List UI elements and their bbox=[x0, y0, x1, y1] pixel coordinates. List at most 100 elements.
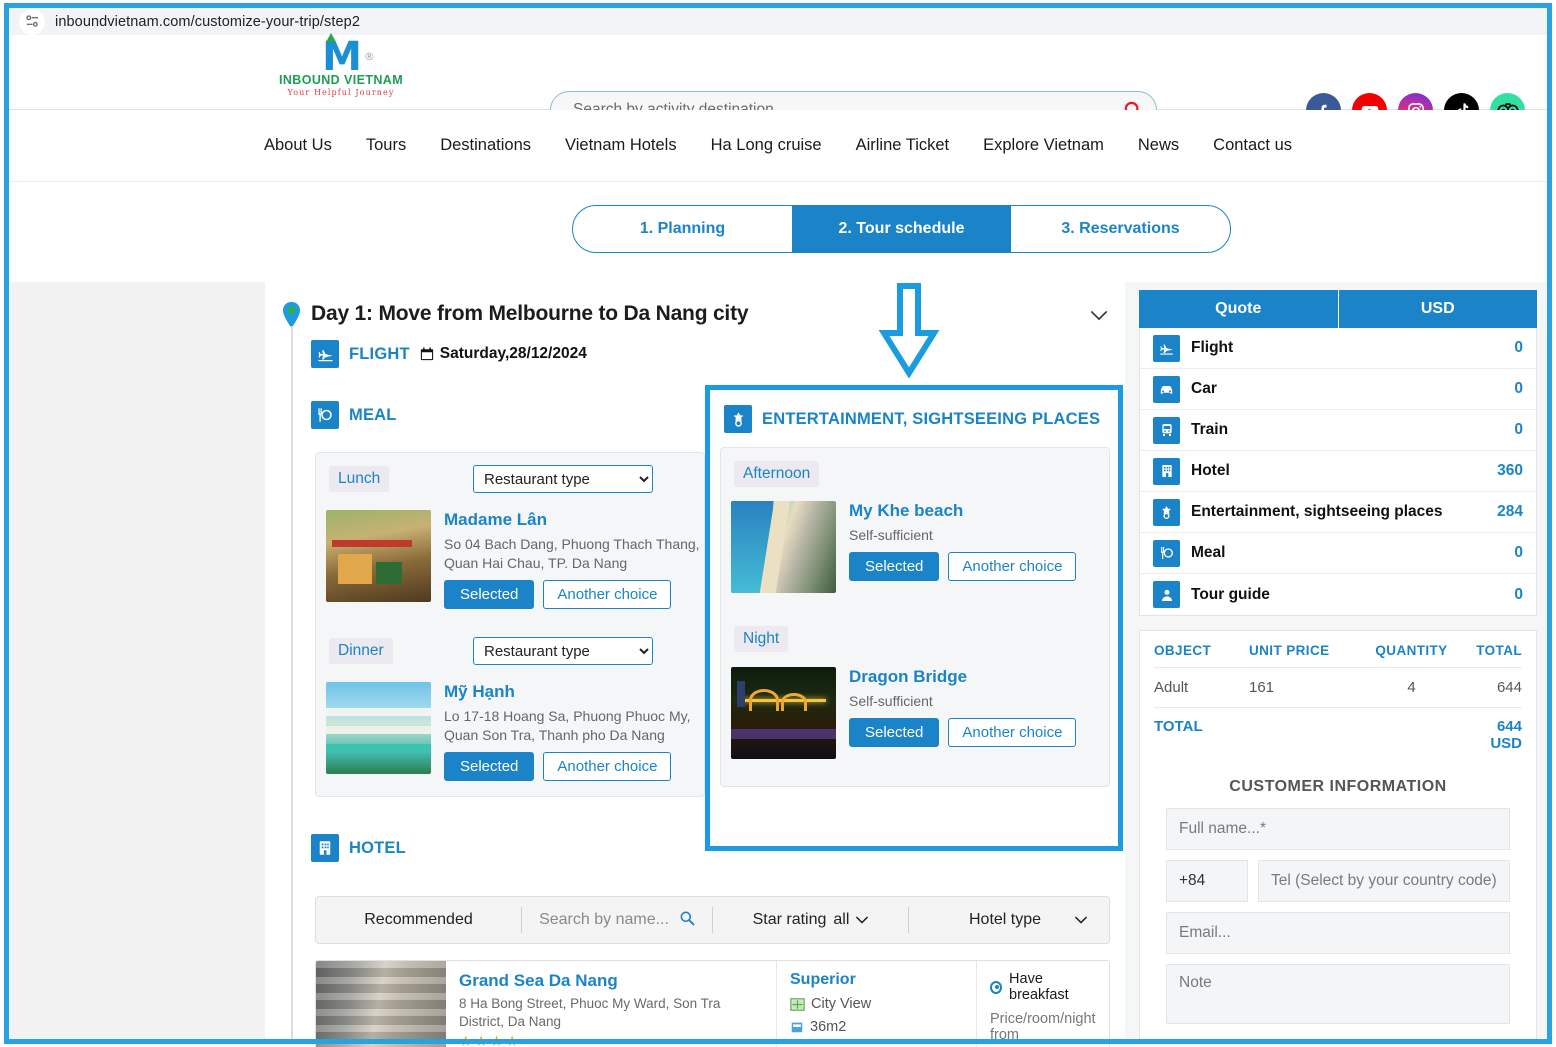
meal-icon bbox=[1153, 539, 1180, 567]
nav-item-explore-vietnam[interactable]: Explore Vietnam bbox=[966, 136, 1121, 155]
afternoon-selected-button[interactable]: Selected bbox=[849, 552, 940, 581]
hotel-address: 8 Ha Bong Street, Phuoc My Ward, Son Tra… bbox=[459, 996, 721, 1029]
chevron-down-icon bbox=[856, 916, 869, 924]
quote-row-hotel: Hotel 360 bbox=[1140, 451, 1536, 492]
url-text: inboundvietnam.com/customize-your-trip/s… bbox=[55, 13, 361, 30]
quote-sidebar: Quote USD Flight 0 Car 0 Train 0 Hotel 3… bbox=[1125, 282, 1547, 1044]
quote-row-car: Car 0 bbox=[1140, 369, 1536, 410]
tab-tour-schedule[interactable]: 2. Tour schedule bbox=[792, 206, 1011, 252]
lunch-another-choice-button[interactable]: Another choice bbox=[543, 580, 672, 609]
afternoon-activity-name[interactable]: My Khe beach bbox=[849, 501, 1076, 521]
quote-breakdown-list: Flight 0 Car 0 Train 0 Hotel 360 Enterta… bbox=[1139, 328, 1537, 616]
nav-item-about-us[interactable]: About Us bbox=[247, 136, 349, 155]
tab-planning[interactable]: 1. Planning bbox=[573, 206, 792, 252]
dinner-restaurant-type-select[interactable]: Restaurant type bbox=[473, 637, 653, 665]
night-activity-item: Dragon Bridge Self-sufficient Selected A… bbox=[731, 667, 1077, 759]
entertainment-icon bbox=[1153, 498, 1180, 526]
tab-reservations[interactable]: 3. Reservations bbox=[1011, 206, 1230, 252]
nav-item-airline-ticket[interactable]: Airline Ticket bbox=[839, 136, 967, 155]
lunch-restaurant-type-select[interactable]: Restaurant type bbox=[473, 465, 653, 493]
hotel-name-search[interactable]: Search by name... bbox=[522, 897, 712, 943]
dinner-restaurant-address: Lo 17-18 Hoang Sa, Phuong Phuoc My, Quan… bbox=[444, 708, 691, 743]
customer-form bbox=[1154, 808, 1522, 1039]
dinner-selected-button[interactable]: Selected bbox=[444, 752, 535, 781]
flight-date: Saturday,28/12/2024 bbox=[420, 345, 587, 363]
entertainment-slot-night: Night bbox=[734, 626, 789, 652]
browser-url-bar[interactable]: inboundvietnam.com/customize-your-trip/s… bbox=[9, 8, 1547, 35]
nav-item-tours[interactable]: Tours bbox=[349, 136, 423, 155]
down-arrow-annotation bbox=[874, 283, 944, 379]
map-pin-icon bbox=[282, 302, 301, 328]
hotel-type-filter[interactable]: Hotel type bbox=[909, 897, 1109, 943]
logo-leaf-icon bbox=[326, 33, 337, 42]
entertainment-slot-afternoon: Afternoon bbox=[734, 461, 820, 487]
quote-tab[interactable]: Quote bbox=[1139, 290, 1339, 328]
star-rating-value: all bbox=[833, 911, 850, 928]
hotel-label: HOTEL bbox=[349, 838, 406, 857]
night-selected-button[interactable]: Selected bbox=[849, 718, 940, 747]
afternoon-activity-item: My Khe beach Self-sufficient Selected An… bbox=[731, 501, 1077, 593]
currency-tab[interactable]: USD bbox=[1338, 290, 1537, 328]
madame-lan-thumbnail bbox=[326, 510, 431, 602]
room-size-icon bbox=[791, 1022, 803, 1033]
nav-item-ha-long-cruise[interactable]: Ha Long cruise bbox=[694, 136, 839, 155]
timeline-line bbox=[291, 326, 293, 1044]
meal-slot-dinner: Dinner bbox=[329, 638, 393, 664]
left-sidebar bbox=[9, 282, 265, 1044]
meal-label: MEAL bbox=[349, 405, 397, 424]
tour-guide-icon bbox=[1153, 581, 1180, 608]
night-activity-name[interactable]: Dragon Bridge bbox=[849, 667, 1076, 687]
hotel-type-label: Hotel type bbox=[969, 911, 1042, 928]
meal-slot-lunch: Lunch bbox=[329, 466, 390, 492]
hotel-result-card[interactable]: Grand Sea Da Nang 8 Ha Bong Street, Phuo… bbox=[315, 960, 1110, 1047]
breakfast-option[interactable]: Have breakfast bbox=[990, 971, 1096, 1003]
lunch-restaurant-address: So 04 Bach Dang, Phuong Thach Thang, Qua… bbox=[444, 536, 700, 571]
site-logo[interactable]: M ® INBOUND VIETNAM Your Helpful Journey bbox=[271, 33, 411, 97]
quote-row-flight: Flight 0 bbox=[1140, 328, 1536, 369]
quote-row-meal: Meal 0 bbox=[1140, 533, 1536, 574]
afternoon-activity-note: Self-sufficient bbox=[849, 527, 933, 543]
search-icon[interactable] bbox=[679, 910, 695, 931]
hotel-name[interactable]: Grand Sea Da Nang bbox=[459, 971, 763, 991]
meal-panel: Lunch Restaurant type Madame Lân So 04 B… bbox=[315, 452, 705, 797]
flight-icon bbox=[311, 340, 339, 368]
flight-icon bbox=[1153, 334, 1180, 362]
country-code-field[interactable] bbox=[1166, 860, 1248, 902]
night-another-choice-button[interactable]: Another choice bbox=[948, 718, 1077, 747]
afternoon-another-choice-button[interactable]: Another choice bbox=[948, 552, 1077, 581]
hotel-star-rating-filter[interactable]: Star rating all bbox=[713, 897, 908, 943]
telephone-field[interactable] bbox=[1258, 860, 1510, 902]
nav-item-news[interactable]: News bbox=[1121, 136, 1196, 155]
chevron-down-icon[interactable] bbox=[1090, 306, 1108, 326]
dinner-another-choice-button[interactable]: Another choice bbox=[543, 752, 672, 781]
entertainment-label: ENTERTAINMENT, SIGHTSEEING PLACES bbox=[762, 409, 1101, 428]
logo-tagline: Your Helpful Journey bbox=[287, 88, 395, 97]
star-rating-label: Star rating bbox=[752, 911, 827, 928]
dinner-restaurant-name[interactable]: Mỹ Hạnh bbox=[444, 682, 704, 702]
lunch-selected-button[interactable]: Selected bbox=[444, 580, 535, 609]
day-title: Day 1: Move from Melbourne to Da Nang ci… bbox=[311, 302, 749, 325]
my-khe-beach-thumbnail bbox=[731, 501, 836, 593]
flight-section-header: FLIGHT Saturday,28/12/2024 bbox=[311, 340, 587, 368]
hotel-filter-bar: Recommended Search by name... Star ratin… bbox=[315, 896, 1110, 944]
nav-item-destinations[interactable]: Destinations bbox=[423, 136, 548, 155]
nav-item-contact-us[interactable]: Contact us bbox=[1196, 136, 1309, 155]
hotel-room-info: Superior City View 36m2 bbox=[776, 961, 976, 1047]
calendar-icon bbox=[420, 347, 433, 361]
nav-item-vietnam-hotels[interactable]: Vietnam Hotels bbox=[548, 136, 694, 155]
train-icon bbox=[1153, 416, 1180, 444]
quote-row-entertainment: Entertainment, sightseeing places 284 bbox=[1140, 492, 1536, 533]
email-field[interactable] bbox=[1166, 912, 1510, 954]
hotel-sort-recommended[interactable]: Recommended bbox=[316, 897, 521, 943]
full-name-field[interactable] bbox=[1166, 808, 1510, 850]
lunch-restaurant-name[interactable]: Madame Lân bbox=[444, 510, 704, 530]
note-field[interactable] bbox=[1166, 964, 1510, 1024]
customer-information-title: CUSTOMER INFORMATION bbox=[1154, 762, 1522, 808]
breakfast-radio[interactable] bbox=[990, 980, 1003, 994]
entertainment-section-header: ENTERTAINMENT, SIGHTSEEING PLACES bbox=[724, 405, 1100, 433]
my-hanh-thumbnail bbox=[326, 682, 431, 774]
hotel-icon bbox=[311, 834, 339, 862]
site-settings-icon[interactable] bbox=[19, 8, 45, 35]
quote-row-tour-guide: Tour guide 0 bbox=[1140, 574, 1536, 615]
entertainment-panel: Afternoon My Khe beach Self-sufficient S… bbox=[720, 447, 1110, 787]
